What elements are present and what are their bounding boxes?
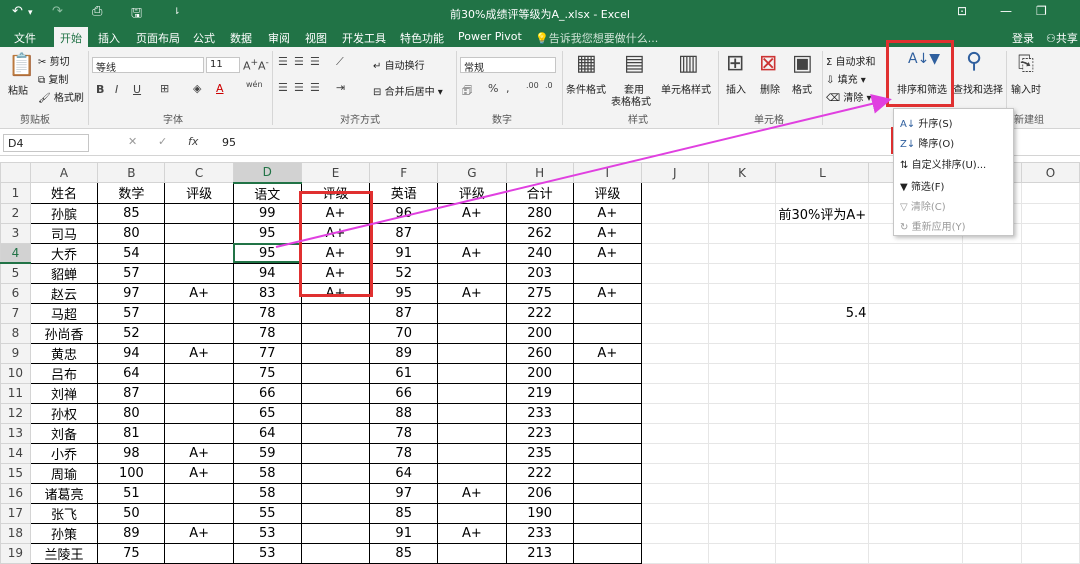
menu-sort-ascending[interactable]: A↓ 升序(S) <box>900 115 953 130</box>
cell[interactable]: 213 <box>505 542 574 564</box>
menu-clear: ▽ 清除(C) <box>900 202 946 213</box>
menu-reapply: ↻ 重新应用(Y) <box>900 222 966 233</box>
cell[interactable] <box>164 542 234 564</box>
menu-sort-descending[interactable]: Z↓ 降序(O) <box>900 135 954 150</box>
cell[interactable] <box>868 542 963 564</box>
filter-icon: ▼ <box>900 182 908 193</box>
sort-asc-icon: A↓ <box>900 119 916 130</box>
arrow-annotation <box>275 94 892 248</box>
cell[interactable] <box>640 542 709 564</box>
cell[interactable]: 75 <box>97 542 166 564</box>
cell[interactable]: 85 <box>369 542 439 564</box>
menu-filter[interactable]: ▼ 筛选(F) <box>900 178 944 193</box>
cell[interactable] <box>300 542 371 564</box>
cell[interactable] <box>707 542 777 564</box>
custom-sort-icon: ⇅ <box>900 160 909 171</box>
clear-filter-icon: ▽ <box>900 202 908 213</box>
cell[interactable] <box>437 542 507 564</box>
row-header[interactable]: 19 <box>0 542 31 564</box>
cell[interactable]: 兰陵王 <box>29 542 99 564</box>
cell[interactable] <box>1020 542 1080 564</box>
reapply-icon: ↻ <box>900 222 909 233</box>
cell[interactable] <box>961 542 1022 564</box>
cell[interactable] <box>572 542 642 564</box>
sort-filter-menu: A↓ 升序(S) Z↓ 降序(O) ⇅ 自定义排序(U)... ▼ 筛选(F) … <box>893 108 1014 236</box>
menu-custom-sort[interactable]: ⇅ 自定义排序(U)... <box>900 156 986 171</box>
cell[interactable] <box>775 542 870 564</box>
cell[interactable]: 53 <box>232 542 302 564</box>
sort-desc-icon: Z↓ <box>900 139 916 150</box>
